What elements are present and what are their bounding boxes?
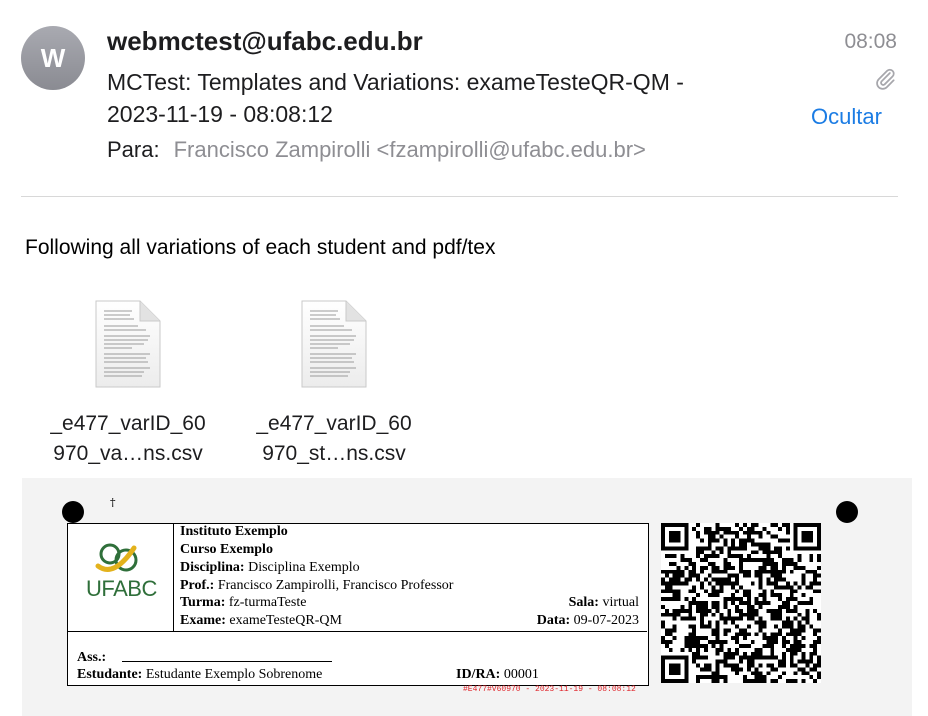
email-body-text: Following all variations of each student… [25,236,496,259]
to-recipient[interactable]: Francisco Zampirolli <fzampirolli@ufabc.… [174,137,646,162]
logo-text: UFABC [86,576,157,601]
recipient-row: Para: Francisco Zampirolli <fzampirolli@u… [107,137,646,163]
attachment-name: _e477_varID_60 970_va…ns.csv [33,409,223,469]
sender-avatar: W [21,26,85,90]
signature-label: Ass.: [77,650,107,665]
sender-address: webmctest@ufabc.edu.br [107,26,423,56]
institute-name: Instituto Exemplo [180,524,288,539]
paperclip-icon [876,68,895,90]
received-time: 08:08 [844,30,897,53]
dagger-mark: † [110,496,116,509]
attachment-name-line-1: _e477_varID_60 [256,412,412,435]
box-horizontal-divider [68,631,647,632]
attachment-csv-1[interactable]: _e477_varID_60 970_va…ns.csv [33,299,223,469]
hide-details-link[interactable]: Ocultar [811,104,882,130]
id-field: ID/RA: 00001 [456,667,539,682]
attachment-name-line-1: _e477_varID_60 [50,412,206,435]
exam-field: Exame: exameTesteQR-QM [180,613,342,628]
subject-line-2: 2023-11-19 - 08:08:12 [107,101,333,127]
document-icon [301,300,367,388]
turma-field: Turma: fz-turmaTeste [180,595,307,610]
to-label: Para: [107,137,160,162]
registration-mark-right [836,501,858,523]
qr-code-icon [661,523,821,683]
document-icon [95,300,161,388]
box-vertical-divider [173,524,174,631]
course-name: Curso Exemplo [180,542,273,557]
email-subject: MCTest: Templates and Variations: exameT… [107,66,767,130]
date-field: Data: 09-07-2023 [536,613,639,628]
exam-footer-code: #E477#V60970 - 2023-11-19 - 08:08:12 [463,685,636,694]
header-divider [21,196,898,197]
student-field: Estudante: Estudante Exemplo Sobrenome [77,667,323,682]
attachment-name-line-2: 970_va…ns.csv [53,442,203,465]
attachment-name-line-2: 970_st…ns.csv [262,442,406,465]
professor-field: Prof.: Francisco Zampirolli, Francisco P… [180,578,454,593]
room-field: Sala: virtual [568,595,639,610]
attachment-csv-2[interactable]: _e477_varID_60 970_st…ns.csv [239,299,429,469]
discipline-field: Disciplina: Disciplina Exemplo [180,560,360,575]
subject-line-1: MCTest: Templates and Variations: exameT… [107,69,684,95]
signature-line [122,661,332,662]
attachment-name: _e477_varID_60 970_st…ns.csv [239,409,429,469]
registration-mark-left [62,501,84,523]
